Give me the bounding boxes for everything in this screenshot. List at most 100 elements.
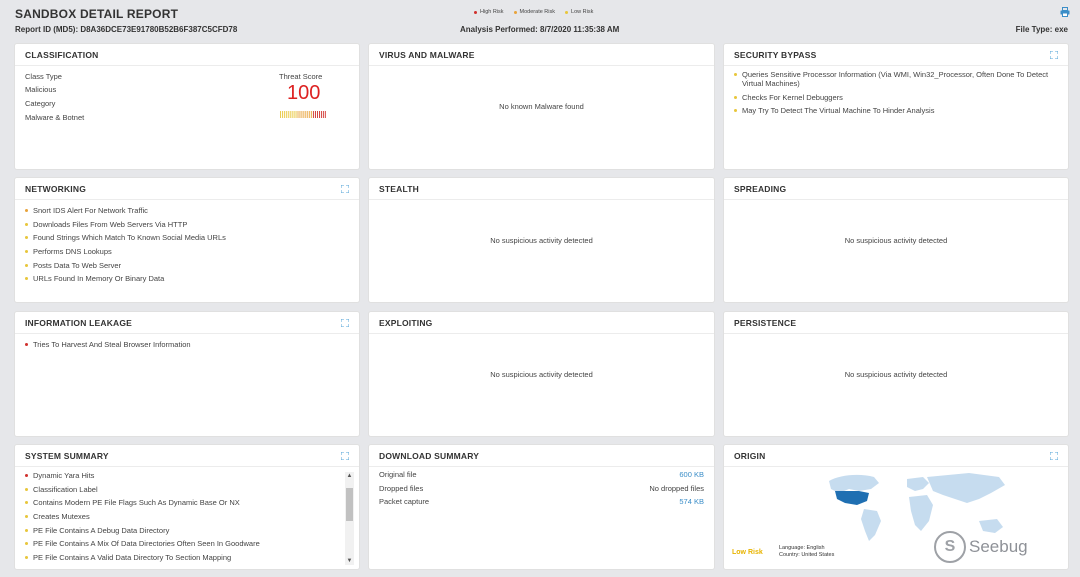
empty-message: No suspicious activity detected — [490, 370, 593, 379]
language-label: Language: — [779, 545, 805, 551]
list-item: PE File Contains A Mix Of Data Directori… — [25, 539, 349, 548]
list-item: URLs Found In Memory Or Binary Data — [25, 274, 349, 283]
report-id: Report ID (MD5): D8A36DCE73E91780B52B6F3… — [15, 25, 238, 34]
empty-message: No suspicious activity detected — [844, 370, 948, 379]
united-states-region — [835, 491, 869, 505]
list-item: Posts Data To Web Server — [25, 261, 349, 270]
scrollbar-thumb[interactable] — [346, 488, 353, 521]
packet-capture-link[interactable]: 574 KB — [679, 497, 704, 506]
gauge-tick — [281, 111, 283, 118]
panel-title: SPREADING — [734, 183, 787, 194]
low-risk-dot-icon — [734, 95, 737, 99]
threat-score-gauge — [280, 111, 326, 118]
list-item: Contains Modern PE File Flags Such As Dy… — [25, 498, 349, 507]
low-risk-dot-icon — [25, 501, 28, 505]
expand-icon[interactable] — [341, 184, 349, 193]
gauge-tick — [309, 111, 311, 118]
download-label: Packet capture — [379, 497, 430, 506]
low-risk-dot-icon — [25, 542, 28, 546]
original-file-link[interactable]: 600 KB — [679, 470, 704, 479]
gauge-tick — [295, 111, 297, 118]
low-risk-dot-icon — [25, 528, 28, 532]
moderate-risk-dot-icon — [25, 209, 28, 212]
low-risk-dot-icon — [734, 73, 737, 76]
moderate-risk-dot-icon — [513, 10, 517, 14]
networking-panel: NETWORKING Snort IDS Alert For Network T… — [15, 178, 359, 302]
risk-legend: High Risk Moderate Risk Low Risk — [474, 9, 593, 15]
spreading-panel: SPREADING No suspicious activity detecte… — [724, 178, 1068, 302]
legend-high-label: High Risk — [480, 9, 504, 15]
seebug-watermark: S Seebug — [934, 531, 1028, 563]
list-item: Queries Sensitive Processor Information … — [734, 70, 1058, 88]
download-summary-panel: DOWNLOAD SUMMARY Original file 600 KB Dr… — [369, 445, 714, 569]
list-item: PE File Contains A Valid Data Directory … — [25, 553, 349, 562]
security-bypass-list: Queries Sensitive Processor Information … — [724, 66, 1068, 115]
expand-icon[interactable] — [341, 451, 349, 460]
low-risk-dot-icon — [25, 556, 28, 560]
list-item-text: PE File Contains A Mix Of Data Directori… — [33, 539, 260, 549]
gauge-tick — [322, 111, 324, 118]
threat-score-value: 100 — [287, 82, 321, 104]
list-item-text: Queries Sensitive Processor Information … — [742, 70, 1049, 88]
threat-score-label: Threat Score — [279, 72, 323, 81]
classification-panel: CLASSIFICATION Class Type Malicious Cate… — [15, 44, 359, 169]
list-item: Checks For Kernel Debuggers — [734, 93, 1058, 102]
gauge-tick — [291, 111, 293, 118]
category-value: Malware & Botnet — [25, 113, 85, 122]
panel-header: NETWORKING — [15, 178, 359, 200]
networking-list: Snort IDS Alert For Network Traffic Downl… — [15, 200, 359, 283]
panel-header: CLASSIFICATION — [15, 44, 359, 66]
panel-title: NETWORKING — [25, 183, 87, 194]
panel-header: SYSTEM SUMMARY — [15, 445, 359, 467]
gauge-tick — [285, 111, 287, 118]
low-risk-dot-icon — [25, 250, 28, 254]
panel-header: STEALTH — [369, 178, 714, 200]
seebug-logo-icon: S — [934, 531, 966, 563]
empty-message: No suspicious activity detected — [844, 236, 948, 245]
scroll-down-icon[interactable]: ▼ — [345, 557, 354, 565]
list-item: Classification Label — [25, 485, 349, 494]
expand-icon[interactable] — [1050, 451, 1058, 460]
list-item: Dynamic Yara Hits — [25, 471, 349, 480]
gauge-tick — [287, 111, 289, 118]
gauge-tick — [311, 111, 313, 118]
report-header: SANDBOX DETAIL REPORT Report ID (MD5): D… — [0, 0, 1080, 40]
high-risk-dot-icon — [25, 343, 28, 346]
expand-icon[interactable] — [341, 318, 349, 327]
panel-title: DOWNLOAD SUMMARY — [379, 450, 480, 461]
report-title: SANDBOX DETAIL REPORT — [15, 7, 179, 21]
scrollbar[interactable]: ▲ ▼ — [345, 472, 354, 565]
class-type-label: Class Type — [25, 72, 62, 81]
low-risk-dot-icon — [25, 222, 28, 226]
gauge-tick — [280, 111, 281, 118]
list-item-text: URLs Found In Memory Or Binary Data — [33, 274, 165, 284]
legend-moderate-label: Moderate Risk — [519, 9, 556, 15]
watermark-text: Seebug — [969, 537, 1028, 556]
high-risk-dot-icon — [25, 474, 28, 477]
low-risk-dot-icon — [25, 515, 28, 519]
panel-header: ORIGIN — [724, 445, 1068, 467]
panel-header: SPREADING — [724, 178, 1068, 200]
dropped-files-value: No dropped files — [649, 484, 704, 493]
panel-title: EXPLOITING — [379, 317, 433, 328]
panel-header: SECURITY BYPASS — [724, 44, 1068, 66]
information-leakage-list: Tries To Harvest And Steal Browser Infor… — [15, 334, 359, 349]
gauge-tick — [293, 111, 295, 118]
panel-title: SECURITY BYPASS — [734, 49, 817, 60]
gauge-tick — [299, 111, 301, 118]
download-row: Dropped files No dropped files — [379, 484, 704, 493]
panel-title: INFORMATION LEAKAGE — [25, 317, 133, 328]
scroll-up-icon[interactable]: ▲ — [345, 472, 354, 480]
gauge-tick — [297, 111, 299, 118]
list-item-text: Dynamic Yara Hits — [33, 471, 95, 480]
expand-icon[interactable] — [1050, 50, 1058, 59]
panel-title: PERSISTENCE — [734, 317, 797, 328]
list-item-text: Checks For Kernel Debuggers — [742, 92, 843, 102]
list-item-text: PE File Contains A Valid Data Directory … — [33, 553, 232, 563]
legend-moderate: Moderate Risk — [513, 9, 556, 15]
print-icon[interactable] — [1060, 7, 1070, 17]
country-value: United States — [801, 552, 835, 558]
list-item-text: Downloads Files From Web Servers Via HTT… — [33, 219, 188, 229]
legend-low-label: Low Risk — [571, 9, 594, 15]
panel-title: SYSTEM SUMMARY — [25, 450, 109, 461]
